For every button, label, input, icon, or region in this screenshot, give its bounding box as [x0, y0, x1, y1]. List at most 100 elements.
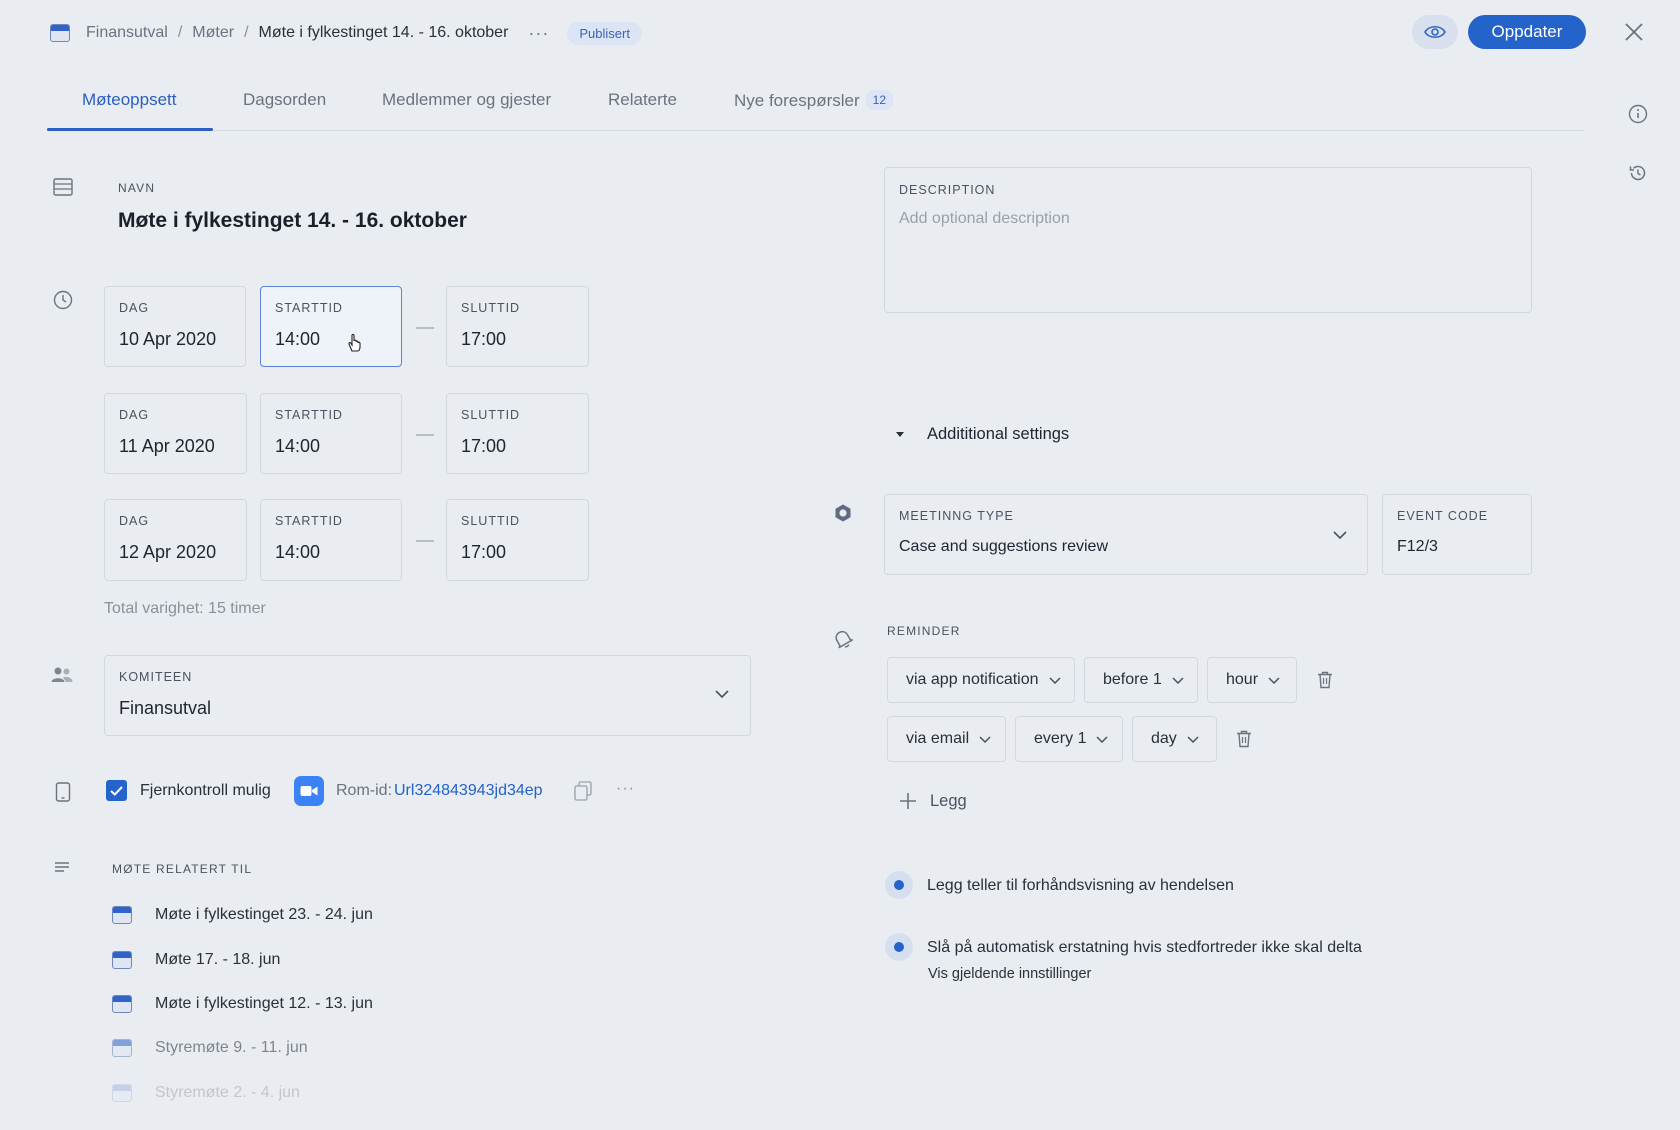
reminder-label: REMINDER: [887, 624, 961, 638]
calendar-icon: [112, 1039, 132, 1057]
day-value: 12 Apr 2020: [119, 542, 217, 562]
day-field[interactable]: DAG 11 Apr 2020: [104, 393, 247, 474]
request-count-badge: 12: [865, 90, 893, 110]
start-time-field[interactable]: STARTTID 14:00: [260, 393, 402, 474]
end-time-field[interactable]: SLUTTID 17:00: [446, 393, 589, 474]
time-range-dash: [416, 327, 434, 329]
plus-icon: [900, 793, 916, 809]
tab-new-requests[interactable]: Nye forespørsler 12: [734, 90, 893, 130]
start-value: 14:00: [275, 436, 321, 456]
meeting-type-select[interactable]: MEETINNG TYPE Case and suggestions revie…: [884, 494, 1368, 575]
delete-reminder-button[interactable]: [1234, 729, 1254, 749]
breadcrumb-item-meetings[interactable]: Møter: [192, 24, 234, 42]
end-label: SLUTTID: [461, 514, 521, 528]
calendar-icon: [112, 1084, 132, 1102]
add-reminder-button[interactable]: Legg: [898, 790, 967, 812]
reminder-timing-select[interactable]: every 1: [1015, 716, 1123, 762]
status-badge: Publisert: [567, 21, 642, 45]
meeting-editor-window: Finansutval / Møter / Møte i fylkestinge…: [0, 0, 1680, 1130]
chevron-down-icon: [1096, 735, 1108, 743]
start-value: 14:00: [275, 329, 321, 349]
caret-down-icon: [896, 431, 904, 437]
tab-members-guests[interactable]: Medlemmer og gjester: [382, 90, 551, 130]
preview-button[interactable]: [1412, 15, 1458, 49]
reminder-unit-value: hour: [1226, 671, 1259, 688]
view-settings-link[interactable]: Vis gjeldende innstillinger: [928, 966, 1091, 982]
start-time-field[interactable]: STARTTID 14:00: [260, 286, 402, 367]
close-button[interactable]: [1620, 18, 1648, 46]
update-button[interactable]: Oppdater: [1468, 15, 1586, 49]
day-field[interactable]: DAG 10 Apr 2020: [104, 286, 246, 367]
related-meeting-item[interactable]: Møte i fylkestinget 23. - 24. jun: [112, 905, 373, 925]
room-more-button[interactable]: ···: [616, 780, 635, 798]
meeting-type-label: MEETINNG TYPE: [899, 509, 1014, 523]
chevron-down-icon: [715, 690, 729, 698]
reminder-unit-select[interactable]: day: [1132, 716, 1217, 762]
active-tab-indicator: [47, 128, 213, 131]
tablet-icon: [52, 781, 74, 803]
end-time-field[interactable]: SLUTTID 17:00: [446, 499, 589, 581]
related-meeting-title: Møte i fylkestinget 12. - 13. jun: [155, 995, 373, 1012]
reminder-channel-value: via email: [906, 730, 970, 747]
event-code-field[interactable]: EVENT CODE F12/3: [1382, 494, 1532, 575]
checkmark-icon: [110, 785, 123, 796]
day-label: DAG: [119, 408, 150, 422]
add-reminder-label: Legg: [930, 791, 967, 810]
remote-control-checkbox[interactable]: [106, 780, 127, 801]
end-value: 17:00: [461, 436, 507, 456]
reminder-timing-select[interactable]: before 1: [1084, 657, 1198, 703]
end-value: 17:00: [461, 329, 507, 349]
reminder-channel-select[interactable]: via email: [887, 716, 1006, 762]
video-camera-icon: [294, 776, 324, 806]
more-options-button[interactable]: ···: [528, 23, 549, 44]
breadcrumb-separator: /: [177, 24, 183, 41]
copy-button[interactable]: [574, 781, 592, 801]
related-meeting-item[interactable]: Møte 17. - 18. jun: [112, 950, 280, 970]
reminder-unit-select[interactable]: hour: [1207, 657, 1297, 703]
additional-settings-toggle[interactable]: Addititional settings: [896, 424, 1069, 444]
hand-cursor-icon: [348, 333, 361, 352]
close-icon: [1625, 23, 1643, 41]
breadcrumb-item-committee[interactable]: Finansutval: [86, 24, 168, 42]
start-label: STARTTID: [275, 514, 343, 528]
total-duration: Total varighet: 15 timer: [104, 600, 266, 617]
tab-new-requests-label: Nye forespørsler: [734, 91, 860, 110]
form-icon: [52, 176, 74, 198]
description-field[interactable]: DESCRIPTION Add optional description: [884, 167, 1532, 313]
reminder-channel-select[interactable]: via app notification: [887, 657, 1075, 703]
info-button[interactable]: [1626, 102, 1650, 126]
copy-icon: [574, 781, 592, 801]
trash-icon: [1318, 671, 1332, 689]
delete-reminder-button[interactable]: [1315, 670, 1335, 690]
hexagon-icon: [832, 502, 854, 524]
auto-replace-radio[interactable]: [885, 933, 913, 961]
committee-select[interactable]: KOMITEEN Finansutval: [104, 655, 751, 736]
breadcrumb: Finansutval / Møter / Møte i fylkestinge…: [50, 20, 642, 46]
end-time-field[interactable]: SLUTTID 17:00: [446, 286, 589, 367]
meeting-name[interactable]: Møte i fylkestinget 14. - 16. oktober: [118, 209, 467, 233]
related-meeting-item[interactable]: Styremøte 9. - 11. jun: [112, 1038, 308, 1058]
start-value: 14:00: [275, 542, 321, 562]
time-range-dash: [416, 540, 434, 542]
history-button[interactable]: [1626, 161, 1650, 185]
tab-meeting-setup[interactable]: Møteoppsett: [82, 90, 177, 130]
start-time-field[interactable]: STARTTID 14:00: [260, 499, 402, 581]
calendar-icon: [112, 951, 132, 969]
remote-control-label: Fjernkontroll mulig: [140, 782, 271, 799]
bell-icon: [832, 628, 854, 650]
tab-agenda[interactable]: Dagsorden: [243, 90, 326, 130]
counter-preview-radio[interactable]: [885, 871, 913, 899]
end-label: SLUTTID: [461, 408, 521, 422]
start-label: STARTTID: [275, 301, 343, 315]
clock-icon: [52, 289, 74, 311]
room-id-link[interactable]: Url324843943jd34ep: [394, 782, 543, 800]
additional-settings-label: Addititional settings: [927, 424, 1070, 443]
tab-related[interactable]: Relaterte: [608, 90, 677, 130]
related-meeting-item[interactable]: Møte i fylkestinget 12. - 13. jun: [112, 994, 373, 1014]
day-value: 11 Apr 2020: [119, 436, 215, 456]
history-icon: [1629, 165, 1646, 181]
related-meeting-item[interactable]: Styremøte 2. - 4. jun: [112, 1083, 300, 1103]
day-field[interactable]: DAG 12 Apr 2020: [104, 499, 247, 581]
calendar-icon: [112, 995, 132, 1013]
event-code-value: F12/3: [1397, 538, 1438, 555]
